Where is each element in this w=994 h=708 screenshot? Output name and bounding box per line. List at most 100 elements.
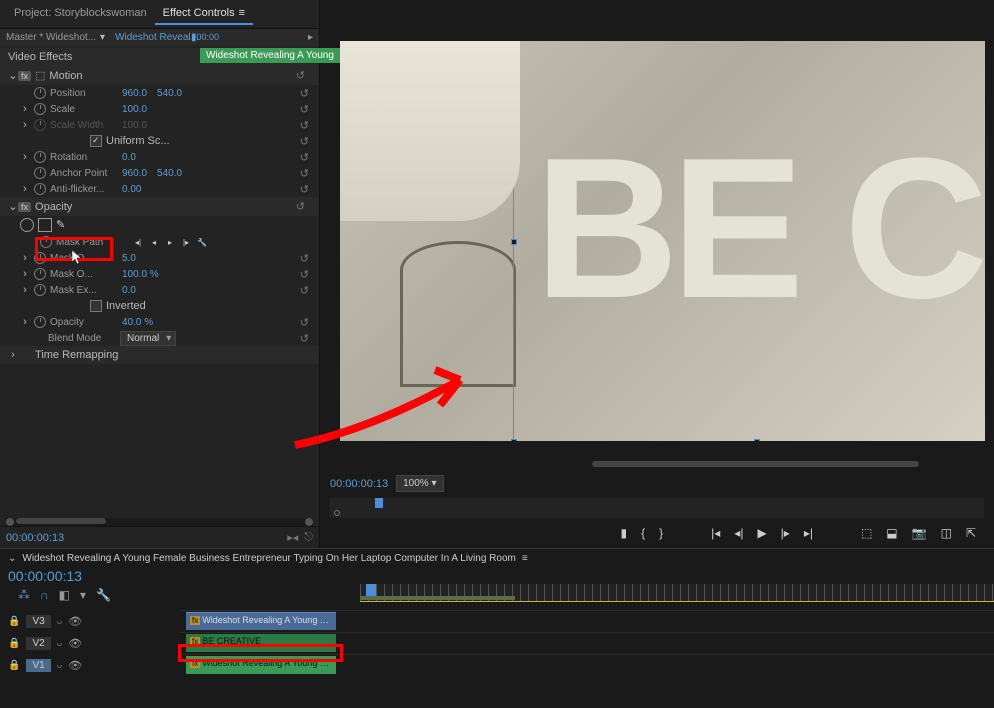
- stopwatch-icon[interactable]: [34, 284, 46, 296]
- anchor-x[interactable]: 960.0: [122, 168, 147, 179]
- stopwatch-icon[interactable]: [34, 268, 46, 280]
- ellipse-mask-icon[interactable]: [20, 218, 34, 232]
- reset-icon[interactable]: ↺: [300, 167, 309, 180]
- mask-opacity-value[interactable]: 100.0 %: [122, 269, 159, 280]
- lift-icon[interactable]: ⬚: [861, 526, 872, 540]
- track-v2-content[interactable]: fxBE CREATIVE: [180, 632, 994, 654]
- expand-caret-icon[interactable]: ›: [20, 316, 30, 328]
- track-v2-target[interactable]: V2: [26, 637, 50, 650]
- opacity-effect[interactable]: ⌄ fx Opacity ↺: [0, 197, 319, 216]
- play-icon[interactable]: ▶: [757, 526, 766, 540]
- mask-path-label[interactable]: Mask Path: [56, 237, 128, 248]
- panel-timecode[interactable]: 00:00:00:13: [6, 532, 64, 544]
- chevron-down-icon[interactable]: ▾: [100, 32, 105, 43]
- mini-playhead[interactable]: ▮00:00: [191, 32, 219, 43]
- project-tab[interactable]: Project: Storyblockswoman: [6, 3, 155, 25]
- prev-keyframe-icon[interactable]: ◂|: [132, 236, 144, 248]
- sequence-caret-icon[interactable]: ⌄: [8, 553, 16, 564]
- clip-v2[interactable]: fxBE CREATIVE: [186, 634, 336, 652]
- step-forward-icon[interactable]: |▸: [781, 526, 790, 540]
- eye-icon[interactable]: 👁: [68, 615, 82, 628]
- sequence-name[interactable]: Wideshot Revealing A Young Female Busine…: [22, 553, 515, 564]
- mark-in-bracket-icon[interactable]: {: [641, 526, 645, 540]
- loop-icon[interactable]: ▸◂: [287, 531, 298, 544]
- pen-mask-icon[interactable]: ✎: [56, 218, 65, 232]
- track-v3-target[interactable]: V3: [26, 615, 50, 628]
- next-keyframe-icon[interactable]: |▸: [180, 236, 192, 248]
- wrench-icon[interactable]: 🔧: [196, 236, 208, 248]
- go-to-in-icon[interactable]: |◂: [711, 526, 720, 540]
- clip-v3[interactable]: fxWideshot Revealing A Young Female Busi: [186, 612, 336, 630]
- zoom-select[interactable]: 100% ▾: [396, 475, 443, 492]
- monitor-marker[interactable]: [334, 510, 340, 516]
- blend-mode-select[interactable]: Normal: [120, 331, 176, 346]
- scale-value[interactable]: 100.0: [122, 104, 147, 115]
- snap-icon[interactable]: ⁂: [18, 588, 30, 602]
- stopwatch-icon[interactable]: [34, 316, 46, 328]
- timeline-playhead[interactable]: [366, 584, 376, 596]
- export-frame-icon[interactable]: ⇱: [966, 526, 976, 540]
- stopwatch-icon[interactable]: [34, 103, 46, 115]
- stopwatch-icon[interactable]: [34, 151, 46, 163]
- sequence-menu-icon[interactable]: ≡: [522, 553, 528, 564]
- expand-caret-icon[interactable]: ›: [20, 284, 30, 296]
- time-remapping-effect[interactable]: › fx Time Remapping: [0, 346, 319, 364]
- track-output-toggle[interactable]: ᴗ: [57, 660, 63, 671]
- reset-icon[interactable]: ↺: [300, 119, 309, 132]
- stopwatch-icon[interactable]: [34, 183, 46, 195]
- monitor-playhead[interactable]: [375, 498, 383, 508]
- reset-icon[interactable]: ↺: [300, 151, 309, 164]
- reset-icon[interactable]: ↺: [296, 69, 305, 82]
- collapse-caret-icon[interactable]: ⌄: [8, 69, 18, 82]
- compare-icon[interactable]: ◫: [941, 526, 952, 540]
- reset-icon[interactable]: ↺: [300, 87, 309, 100]
- panel-menu-icon[interactable]: ≡: [239, 7, 245, 19]
- track-v1-target[interactable]: V1: [26, 659, 50, 672]
- mask-selection-box[interactable]: [513, 41, 985, 441]
- eye-icon[interactable]: 👁: [68, 637, 82, 650]
- stopwatch-icon[interactable]: [40, 236, 52, 248]
- reset-icon[interactable]: ↺: [296, 200, 305, 213]
- effect-controls-tab[interactable]: Effect Controls≡: [155, 3, 253, 25]
- fx-badge[interactable]: fx: [18, 71, 31, 81]
- reset-icon[interactable]: ↺: [300, 316, 309, 329]
- collapse-caret-icon[interactable]: ⌄: [8, 200, 18, 213]
- clip-v1[interactable]: fxWideshot Revealing A Young Female Busi: [186, 656, 336, 674]
- track-back-icon[interactable]: ◂: [148, 236, 160, 248]
- mark-out-bracket-icon[interactable]: }: [659, 526, 663, 540]
- rectangle-mask-icon[interactable]: [38, 218, 52, 232]
- reset-icon[interactable]: ↺: [300, 252, 309, 265]
- export-icon[interactable]: ⎋: [304, 531, 313, 544]
- motion-effect[interactable]: ⌄ fx ⬚ Motion ↺: [0, 66, 319, 85]
- anchor-y[interactable]: 540.0: [157, 168, 182, 179]
- monitor-time-ruler[interactable]: [330, 498, 984, 518]
- reset-icon[interactable]: ↺: [300, 332, 309, 345]
- track-output-toggle[interactable]: ᴗ: [57, 616, 63, 627]
- rotation-value[interactable]: 0.0: [122, 152, 136, 163]
- mask-feather-value[interactable]: 5.0: [122, 253, 136, 264]
- lock-icon[interactable]: 🔒: [8, 638, 20, 649]
- mark-in-icon[interactable]: ▮: [621, 526, 628, 540]
- opacity-prop-value[interactable]: 40.0 %: [122, 317, 153, 328]
- expand-caret-icon[interactable]: ›: [20, 183, 30, 195]
- reset-icon[interactable]: ↺: [300, 135, 309, 148]
- step-back-icon[interactable]: ◂|: [734, 526, 743, 540]
- lock-icon[interactable]: 🔒: [8, 616, 20, 627]
- inverted-checkbox[interactable]: [90, 300, 102, 312]
- monitor-scrollbar[interactable]: [592, 461, 919, 467]
- settings-icon[interactable]: ▾: [80, 588, 86, 602]
- mask-expansion-value[interactable]: 0.0: [122, 285, 136, 296]
- timeline-ruler[interactable]: [360, 584, 994, 602]
- monitor-timecode[interactable]: 00:00:00:13: [330, 478, 388, 490]
- extract-icon[interactable]: ⬓: [886, 526, 897, 540]
- eye-icon[interactable]: 👁: [68, 659, 82, 672]
- reset-icon[interactable]: ↺: [300, 183, 309, 196]
- expand-caret-icon[interactable]: ›: [20, 151, 30, 163]
- uniform-scale-checkbox[interactable]: [90, 135, 102, 147]
- track-v3-content[interactable]: fxWideshot Revealing A Young Female Busi: [180, 610, 994, 632]
- antiflicker-value[interactable]: 0.00: [122, 184, 141, 195]
- expand-caret-icon[interactable]: ›: [20, 268, 30, 280]
- track-v1-content[interactable]: fxWideshot Revealing A Young Female Busi: [180, 654, 994, 676]
- expand-caret-icon[interactable]: ›: [20, 103, 30, 115]
- sequence-timecode[interactable]: 00:00:00:13: [8, 568, 82, 584]
